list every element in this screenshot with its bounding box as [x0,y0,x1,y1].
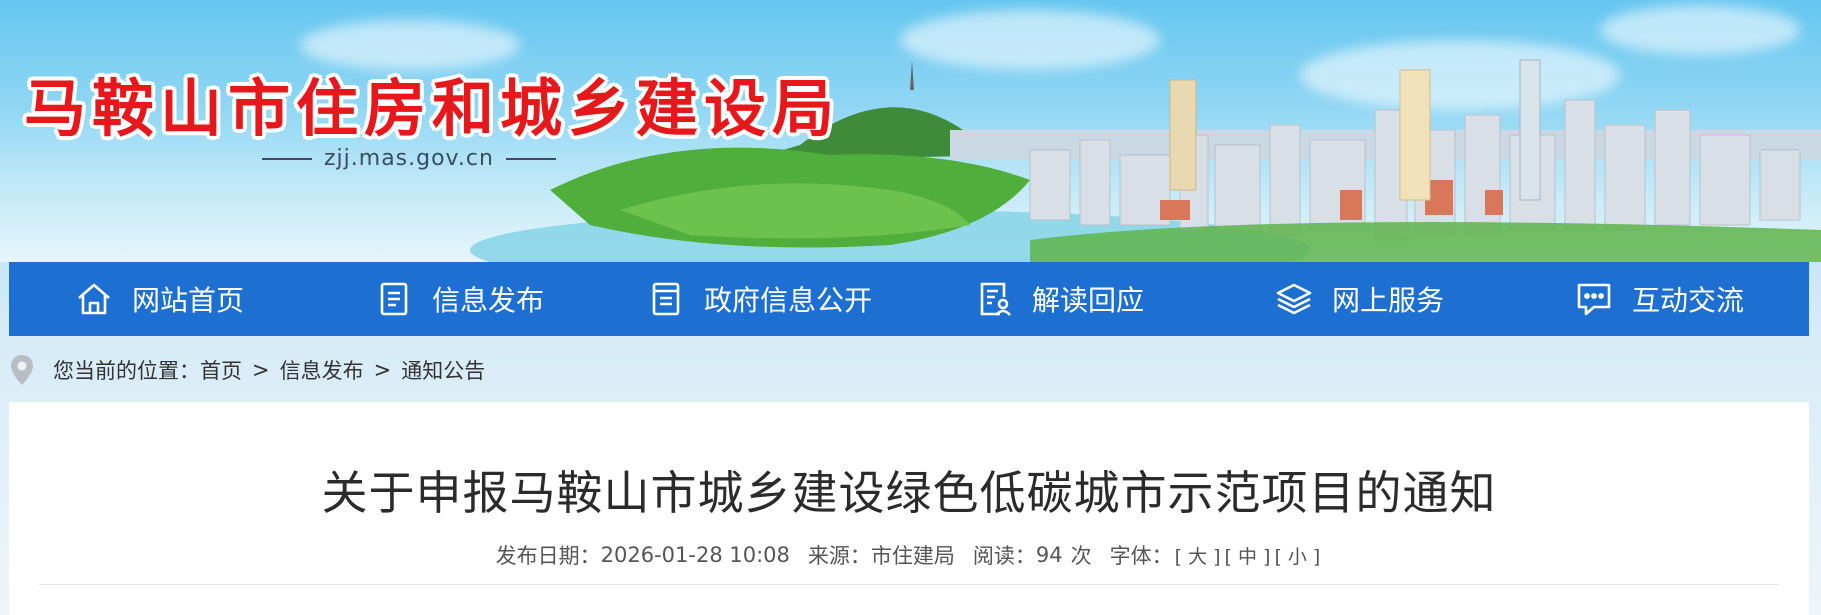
font-large-button[interactable]: [ 大 ] [1175,542,1221,569]
publish-date-value: 2026-01-28 10:08 [600,543,790,567]
location-pin-icon [11,355,33,385]
nav-item-label: 网上服务 [1331,284,1444,317]
breadcrumb-separator: > [252,358,270,382]
home-icon [74,279,114,319]
breadcrumb-info-release-link[interactable]: 信息发布 [280,355,364,385]
publish-date: 发布日期： 2026-01-28 10:08 [496,540,790,570]
nav-item-gov-info-open[interactable]: 政府信息公开 [609,262,909,336]
breadcrumb-separator: > [373,358,392,382]
open-file-icon [646,279,686,319]
nav-item-label: 政府信息公开 [703,284,872,317]
nav-item-label: 信息发布 [431,284,544,317]
nav-item-label: 解读回应 [1031,284,1144,317]
article-card: 关于申报马鞍山市城乡建设绿色低碳城市示范项目的通知 发布日期： 2026-01-… [9,402,1809,615]
publish-date-label: 发布日期： [495,544,601,568]
views-label: 阅读： [972,544,1036,568]
font-small-button[interactable]: [ 小 ] [1274,542,1320,569]
font-size-control: 字体： [ 大 ] [ 中 ] [ 小 ] [1110,540,1323,570]
font-size-label: 字体： [1109,544,1173,568]
nav-item-info-release[interactable]: 信息发布 [309,262,609,336]
views-unit: 次 [1070,544,1092,568]
font-medium-button[interactable]: [ 中 ] [1225,542,1271,569]
nav-item-label: 互动交流 [1631,284,1744,317]
nav-item-interpretation[interactable]: 解读回应 [909,262,1209,336]
nav-item-online-services[interactable]: 网上服务 [1209,262,1509,336]
nav-item-label: 网站首页 [131,284,244,317]
breadcrumb: 您当前的位置： 首页 > 信息发布 > 通知公告 [9,352,485,388]
views-value: 94 [1035,543,1063,567]
article-title: 关于申报马鞍山市城乡建设绿色低碳城市示范项目的通知 [321,466,1497,520]
source-value: 市住建局 [870,544,955,568]
chat-icon [1574,279,1614,319]
breadcrumb-prefix: 您当前的位置： [53,359,200,383]
header-banner: 马鞍山市住房和城乡建设局 zjj.mas.gov.cn [0,0,1821,262]
main-nav: 网站首页 信息发布 政府信息公开 解读回应 网上服务 互动交流 [9,262,1809,336]
interpret-icon [974,279,1014,319]
nav-item-home[interactable]: 网站首页 [9,262,309,336]
article-source: 来源： 市住建局 [808,540,955,570]
layers-icon [1274,279,1314,319]
site-domain: zjj.mas.gov.cn [262,146,556,171]
domain-right-dash [505,157,556,160]
meta-divider [39,584,1779,585]
view-count: 阅读： 94 次 [973,540,1092,570]
source-label: 来源： [807,544,871,568]
document-list-icon [374,279,414,319]
domain-left-dash [262,157,312,160]
site-title: 马鞍山市住房和城乡建设局 [24,72,841,145]
nav-item-interaction[interactable]: 互动交流 [1509,262,1809,336]
site-domain-text: zjj.mas.gov.cn [324,146,494,171]
breadcrumb-notices-link[interactable]: 通知公告 [401,355,485,385]
breadcrumb-home-link[interactable]: 首页 [200,355,242,385]
article-meta: 发布日期： 2026-01-28 10:08 来源： 市住建局 阅读： 94 次… [9,540,1809,570]
